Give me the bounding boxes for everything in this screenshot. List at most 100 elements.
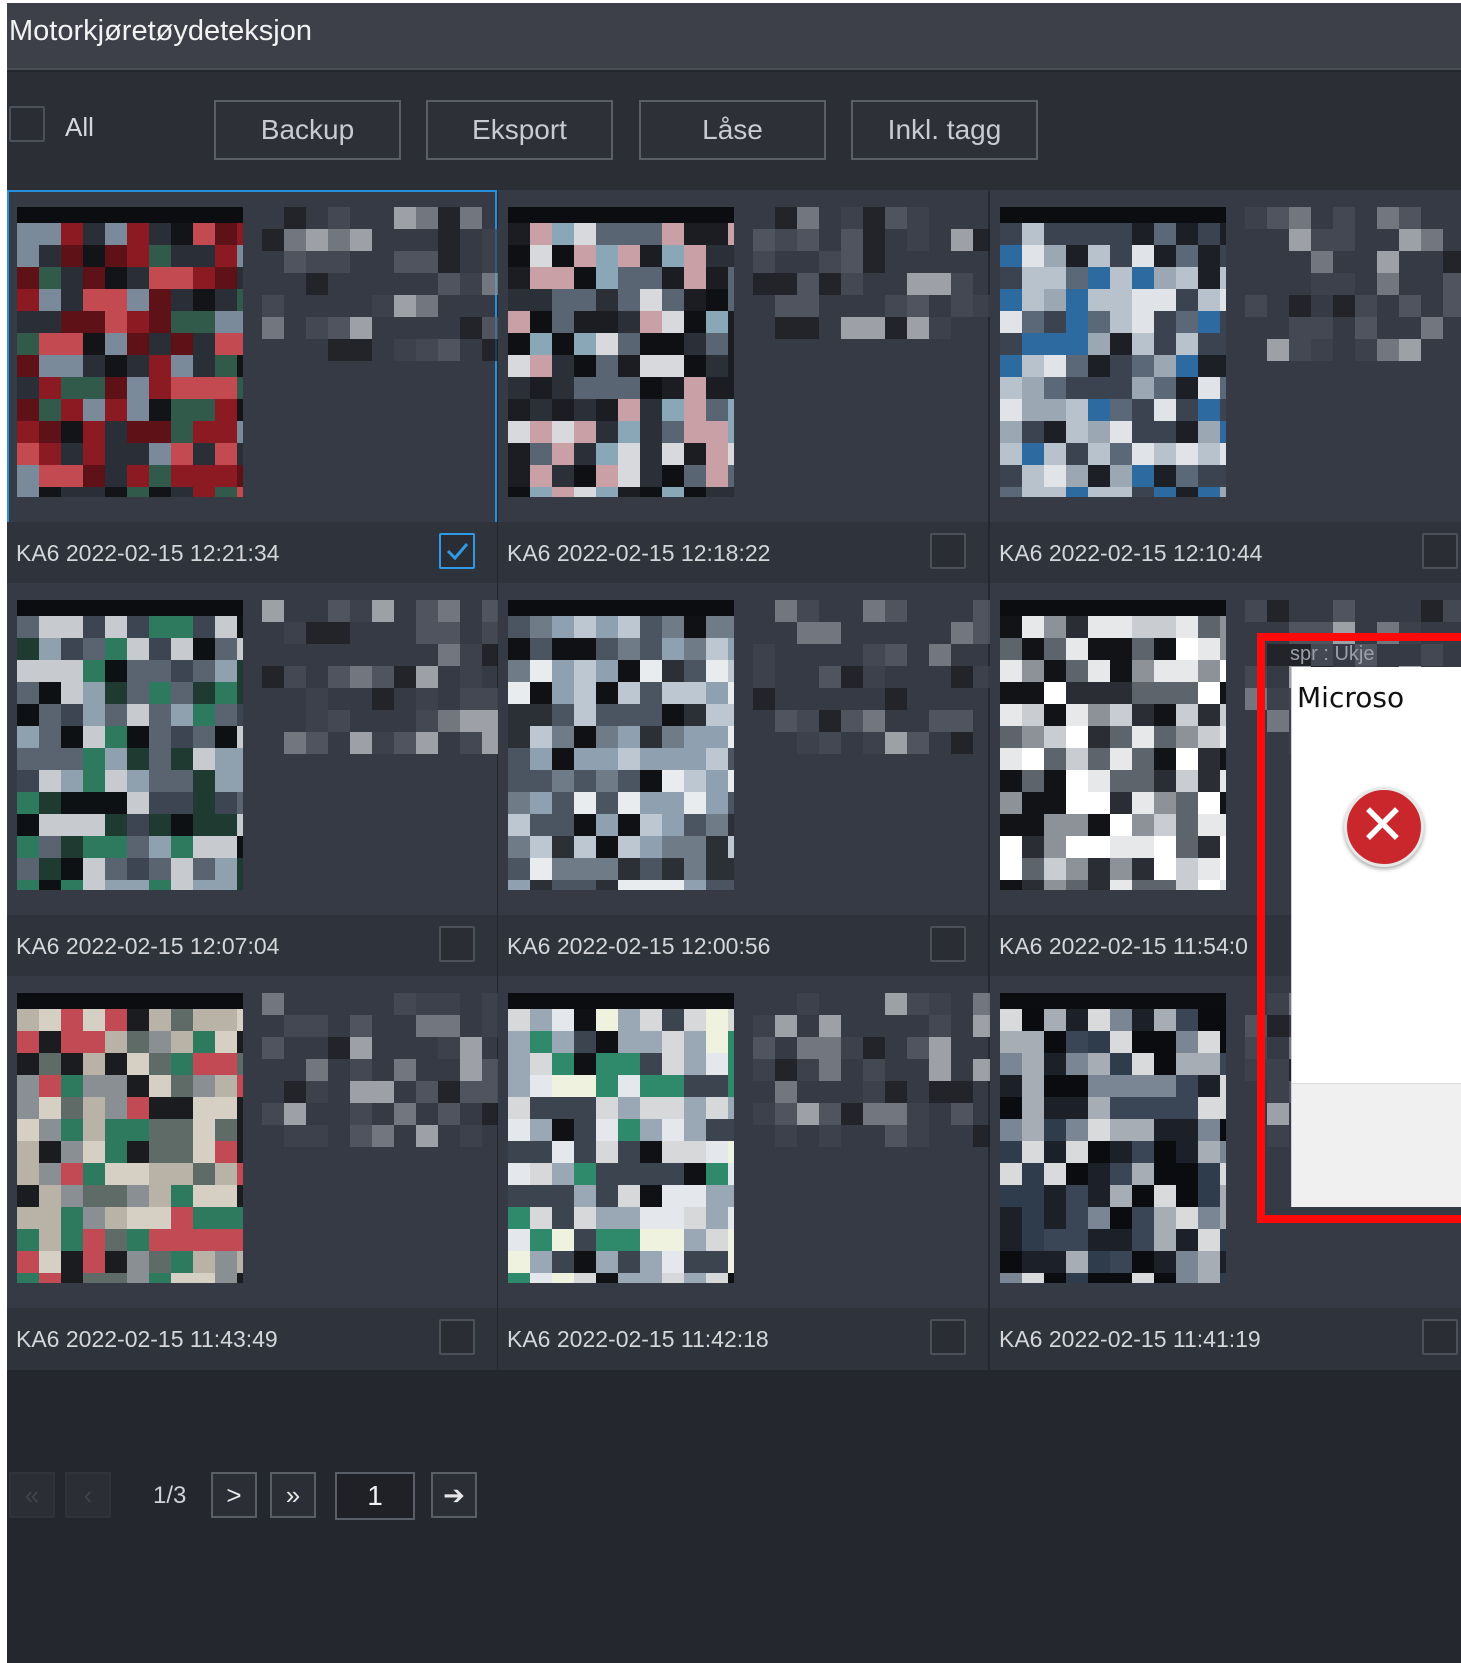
pixel-block [1421,317,1443,339]
pixel-block [574,399,596,421]
pixel-block [171,487,193,497]
pixel-block [640,377,662,399]
pixel-block [907,993,929,1015]
vehicle-thumbnail[interactable] [508,600,734,890]
pixel-block [350,1015,372,1037]
include-tag-button[interactable]: Inkl. tagg [851,100,1038,160]
pixel-block [1220,1053,1226,1075]
card-select-checkbox[interactable] [1422,533,1458,569]
pixel-block [171,1031,193,1053]
pixel-block [775,1081,797,1103]
pixel-block [1000,682,1022,704]
pixel-block [1022,704,1044,726]
pixel-block [83,377,105,399]
pixel-block [127,1163,149,1185]
card-footer: KA6 2022-02-15 11:43:49 [7,1308,497,1370]
pixel-block [684,726,706,748]
export-button[interactable]: Eksport [426,100,613,160]
detection-card[interactable]: KA6 2022-02-15 12:00:56 [498,583,995,977]
detection-card[interactable]: KA6 2022-02-15 11:42:18 [498,976,995,1370]
pixel-block [1044,1031,1066,1053]
pixel-block [1110,289,1132,311]
pixel-block [1000,814,1022,836]
prev-page-button[interactable]: ‹ [65,1472,111,1518]
next-page-button[interactable]: > [211,1472,257,1518]
pixel-block [684,682,706,704]
select-all-checkbox[interactable] [9,106,45,142]
pixel-block [105,443,127,465]
lock-button[interactable]: Låse [639,100,826,160]
pixel-block [1110,1185,1132,1207]
vehicle-thumbnail[interactable] [1000,207,1226,497]
pixel-block [394,295,416,317]
pixel-block [530,1273,552,1283]
pixel-block [1154,1009,1176,1031]
pixel-block [17,858,39,880]
pixel-block [83,311,105,333]
pixel-block [1245,600,1267,622]
pixel-block [596,1031,618,1053]
vehicle-thumbnail[interactable] [17,993,243,1283]
pixel-block [193,465,215,487]
pixel-block [508,792,530,814]
pixel-block [552,267,574,289]
pixel-block [416,251,438,273]
last-page-button[interactable]: » [270,1472,316,1518]
pixel-block [284,666,306,688]
detection-card[interactable]: KA6 2022-02-15 12:10:44 [990,190,1461,584]
pixel-block [596,748,618,770]
pixel-block [662,487,684,497]
go-page-button[interactable]: ➔ [431,1472,477,1518]
pixel-block [237,465,243,487]
pixel-block [574,1053,596,1075]
page-number-input[interactable]: 1 [335,1472,415,1520]
pixel-block [1000,660,1022,682]
pixel-block [618,748,640,770]
card-select-checkbox[interactable] [439,926,475,962]
pixel-block [237,682,243,704]
vehicle-thumbnail[interactable] [508,207,734,497]
pixel-block [640,726,662,748]
pixel-block [215,770,237,792]
vehicle-thumbnail[interactable] [1000,600,1226,890]
first-page-button[interactable]: « [9,1472,55,1518]
vehicle-thumbnail[interactable] [17,207,243,497]
detection-card[interactable]: KA6 2022-02-15 11:43:49 [7,976,504,1370]
vehicle-thumbnail[interactable] [508,993,734,1283]
pixel-block [39,223,61,245]
pixel-block [662,245,684,267]
pixel-block [1000,1251,1022,1273]
card-select-checkbox[interactable] [930,1319,966,1355]
pixel-block [863,317,885,339]
pixel-block [596,726,618,748]
card-select-checkbox[interactable] [1422,1319,1458,1355]
card-footer: KA6 2022-02-15 11:42:18 [498,1308,988,1370]
card-select-checkbox[interactable] [439,1319,475,1355]
pixel-block [1154,858,1176,880]
detection-card[interactable]: KA6 2022-02-15 12:18:22 [498,190,995,584]
pixel-block [1022,836,1044,858]
pixel-block [350,1059,372,1081]
pixel-block [438,600,460,622]
pixel-block [460,732,482,754]
vehicle-thumbnail[interactable] [17,600,243,890]
pixel-block [1198,1141,1220,1163]
pixel-block [706,836,728,858]
pixel-block [193,267,215,289]
pixel-block [171,616,193,638]
pixel-block [105,1141,127,1163]
pixel-block [17,1273,39,1283]
card-select-checkbox[interactable] [930,926,966,962]
pixel-block [39,1229,61,1251]
detection-card[interactable]: KA6 2022-02-15 12:07:04 [7,583,504,977]
backup-button[interactable]: Backup [214,100,401,160]
vehicle-thumbnail[interactable] [1000,993,1226,1283]
pixel-block [1220,660,1226,682]
pixel-block [1220,311,1226,333]
pixel-block [193,443,215,465]
card-select-checkbox[interactable] [439,533,475,569]
pixel-block [552,880,574,890]
detection-card[interactable]: KA6 2022-02-15 12:21:34 [7,190,504,584]
card-select-checkbox[interactable] [930,533,966,569]
pixel-block [1066,1097,1088,1119]
